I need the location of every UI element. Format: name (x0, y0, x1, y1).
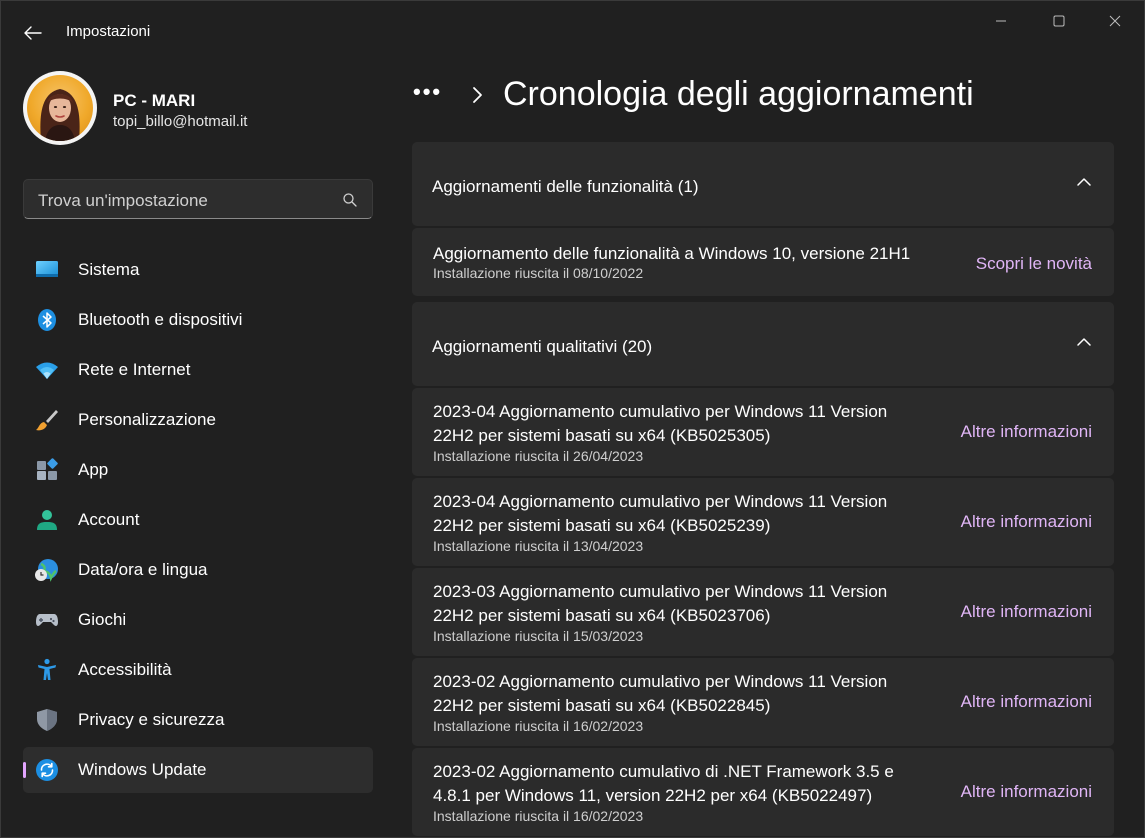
chevron-right-icon (473, 87, 482, 103)
sidebar-item-data-ora[interactable]: Data/ora e lingua (23, 547, 373, 593)
update-status: Installazione riuscita il 16/02/2023 (433, 808, 644, 824)
person-icon (37, 510, 57, 530)
update-title-line: 2023-04 Aggiornamento cumulativo per Win… (433, 402, 888, 421)
more-info-link[interactable]: Altre informazioni (961, 512, 1092, 532)
sidebar-item-sistema[interactable]: Sistema (23, 247, 373, 293)
update-title-line: 22H2 per sistemi basati su x64 (KB502523… (433, 516, 771, 535)
accessibility-icon (38, 658, 56, 680)
sidebar-item-personalizzazione[interactable]: Personalizzazione (23, 397, 373, 443)
sidebar-item-label: Account (78, 510, 140, 529)
whats-new-link[interactable]: Scopri le novità (976, 254, 1092, 274)
globe-clock-icon (35, 559, 58, 582)
update-title: Aggiornamento delle funzionalità a Windo… (433, 244, 911, 263)
update-status: Installazione riuscita il 26/04/2023 (433, 448, 644, 464)
update-title-line: 2023-03 Aggiornamento cumulativo per Win… (433, 582, 888, 601)
search-input[interactable]: Trova un'impostazione (38, 191, 208, 211)
sidebar-item-label: Personalizzazione (78, 410, 216, 429)
sidebar-item-label: Privacy e sicurezza (78, 710, 225, 729)
update-title-line: 22H2 per sistemi basati su x64 (KB502370… (433, 606, 771, 625)
shield-icon (37, 709, 57, 731)
chevron-up-icon[interactable] (1076, 336, 1092, 348)
sidebar-item-accessibilita[interactable]: Accessibilità (23, 647, 373, 693)
update-title: 2023-04 Aggiornamento cumulativo per Win… (433, 400, 933, 448)
sidebar-item-bluetooth[interactable]: Bluetooth e dispositivi (23, 297, 373, 343)
update-title-line: 2023-02 Aggiornamento cumulativo per Win… (433, 672, 888, 691)
sidebar-item-giochi[interactable]: Giochi (23, 597, 373, 643)
chevron-up-icon[interactable] (1076, 176, 1092, 188)
sidebar-item-app[interactable]: App (23, 447, 373, 493)
wifi-icon (36, 362, 58, 379)
update-status: Installazione riuscita il 08/10/2022 (433, 265, 644, 281)
monitor-icon (36, 261, 58, 277)
sidebar-item-label: Sistema (78, 260, 140, 279)
sidebar-item-label: Data/ora e lingua (78, 560, 208, 579)
breadcrumb-overflow-button[interactable]: ••• (413, 79, 442, 105)
quality-updates-header[interactable]: Aggiornamenti qualitativi (20) (412, 302, 1114, 386)
sidebar-item-label: Windows Update (78, 760, 207, 779)
avatar (23, 71, 97, 145)
close-icon (1109, 15, 1121, 27)
update-title: 2023-04 Aggiornamento cumulativo per Win… (433, 490, 933, 538)
update-title-line: 2023-02 Aggiornamento cumulativo di .NET… (433, 762, 894, 781)
update-title-line: 2023-04 Aggiornamento cumulativo per Win… (433, 492, 888, 511)
maximize-button[interactable] (1037, 7, 1081, 35)
quality-update-row: 2023-02 Aggiornamento cumulativo di .NET… (412, 748, 1114, 836)
update-icon (36, 759, 58, 781)
minimize-icon (996, 20, 1006, 22)
maximize-icon (1053, 15, 1065, 27)
update-title: 2023-02 Aggiornamento cumulativo di .NET… (433, 760, 933, 808)
sidebar-nav: Sistema Bluetooth e dispositivi Rete e I… (23, 247, 373, 797)
update-status: Installazione riuscita il 16/02/2023 (433, 718, 644, 734)
avatar-portrait-icon (40, 89, 80, 141)
more-info-link[interactable]: Altre informazioni (961, 602, 1092, 622)
update-status: Installazione riuscita il 13/04/2023 (433, 538, 644, 554)
update-title-line: 22H2 per sistemi basati su x64 (KB502284… (433, 696, 771, 715)
sidebar-item-label: Rete e Internet (78, 360, 191, 379)
update-status: Installazione riuscita il 15/03/2023 (433, 628, 644, 644)
quality-updates-label: Aggiornamenti qualitativi (20) (432, 337, 653, 356)
update-title: 2023-02 Aggiornamento cumulativo per Win… (433, 670, 933, 718)
brush-icon (36, 410, 58, 431)
search-icon[interactable] (342, 192, 358, 208)
close-button[interactable] (1093, 7, 1137, 35)
arrow-left-icon (24, 26, 42, 40)
sidebar-item-privacy[interactable]: Privacy e sicurezza (23, 697, 373, 743)
update-title: 2023-03 Aggiornamento cumulativo per Win… (433, 580, 933, 628)
quality-update-row: 2023-04 Aggiornamento cumulativo per Win… (412, 478, 1114, 566)
user-profile[interactable]: PC - MARI topi_billo@hotmail.it (23, 71, 373, 151)
quality-update-row: 2023-02 Aggiornamento cumulativo per Win… (412, 658, 1114, 746)
title-bar: Impostazioni (1, 1, 1144, 61)
sidebar-item-label: App (78, 460, 109, 479)
sidebar-item-windows-update[interactable]: Windows Update (23, 747, 373, 793)
app-title: Impostazioni (66, 23, 151, 40)
feature-updates-header[interactable]: Aggiornamenti delle funzionalità (1) (412, 142, 1114, 226)
search-box[interactable]: Trova un'impostazione (23, 179, 373, 219)
settings-window: Impostazioni PC - MARI topi_billo@hotmai… (0, 0, 1145, 838)
sidebar-item-account[interactable]: Account (23, 497, 373, 543)
sidebar-item-rete[interactable]: Rete e Internet (23, 347, 373, 393)
more-info-link[interactable]: Altre informazioni (961, 782, 1092, 802)
feature-update-row: Aggiornamento delle funzionalità a Windo… (412, 228, 1114, 296)
profile-name: PC - MARI (113, 91, 196, 110)
more-info-link[interactable]: Altre informazioni (961, 422, 1092, 442)
more-info-link[interactable]: Altre informazioni (961, 692, 1092, 712)
breadcrumb: ••• Cronologia degli aggiornamenti (413, 75, 1113, 119)
sidebar-item-label: Bluetooth e dispositivi (78, 310, 243, 329)
sidebar-item-label: Accessibilità (78, 660, 172, 679)
quality-update-row: 2023-03 Aggiornamento cumulativo per Win… (412, 568, 1114, 656)
bluetooth-icon (38, 309, 56, 331)
update-title-line: 22H2 per sistemi basati su x64 (KB502530… (433, 426, 771, 445)
profile-email: topi_billo@hotmail.it (113, 113, 248, 130)
back-button[interactable] (15, 18, 51, 48)
gamepad-icon (36, 614, 58, 626)
sidebar-item-label: Giochi (78, 610, 127, 629)
minimize-button[interactable] (979, 7, 1023, 35)
update-title-line: 4.8.1 per Windows 11, version 22H2 per x… (433, 786, 873, 805)
quality-update-row: 2023-04 Aggiornamento cumulativo per Win… (412, 388, 1114, 476)
apps-icon (37, 458, 58, 480)
feature-updates-label: Aggiornamenti delle funzionalità (1) (432, 177, 699, 196)
page-title: Cronologia degli aggiornamenti (503, 75, 974, 113)
